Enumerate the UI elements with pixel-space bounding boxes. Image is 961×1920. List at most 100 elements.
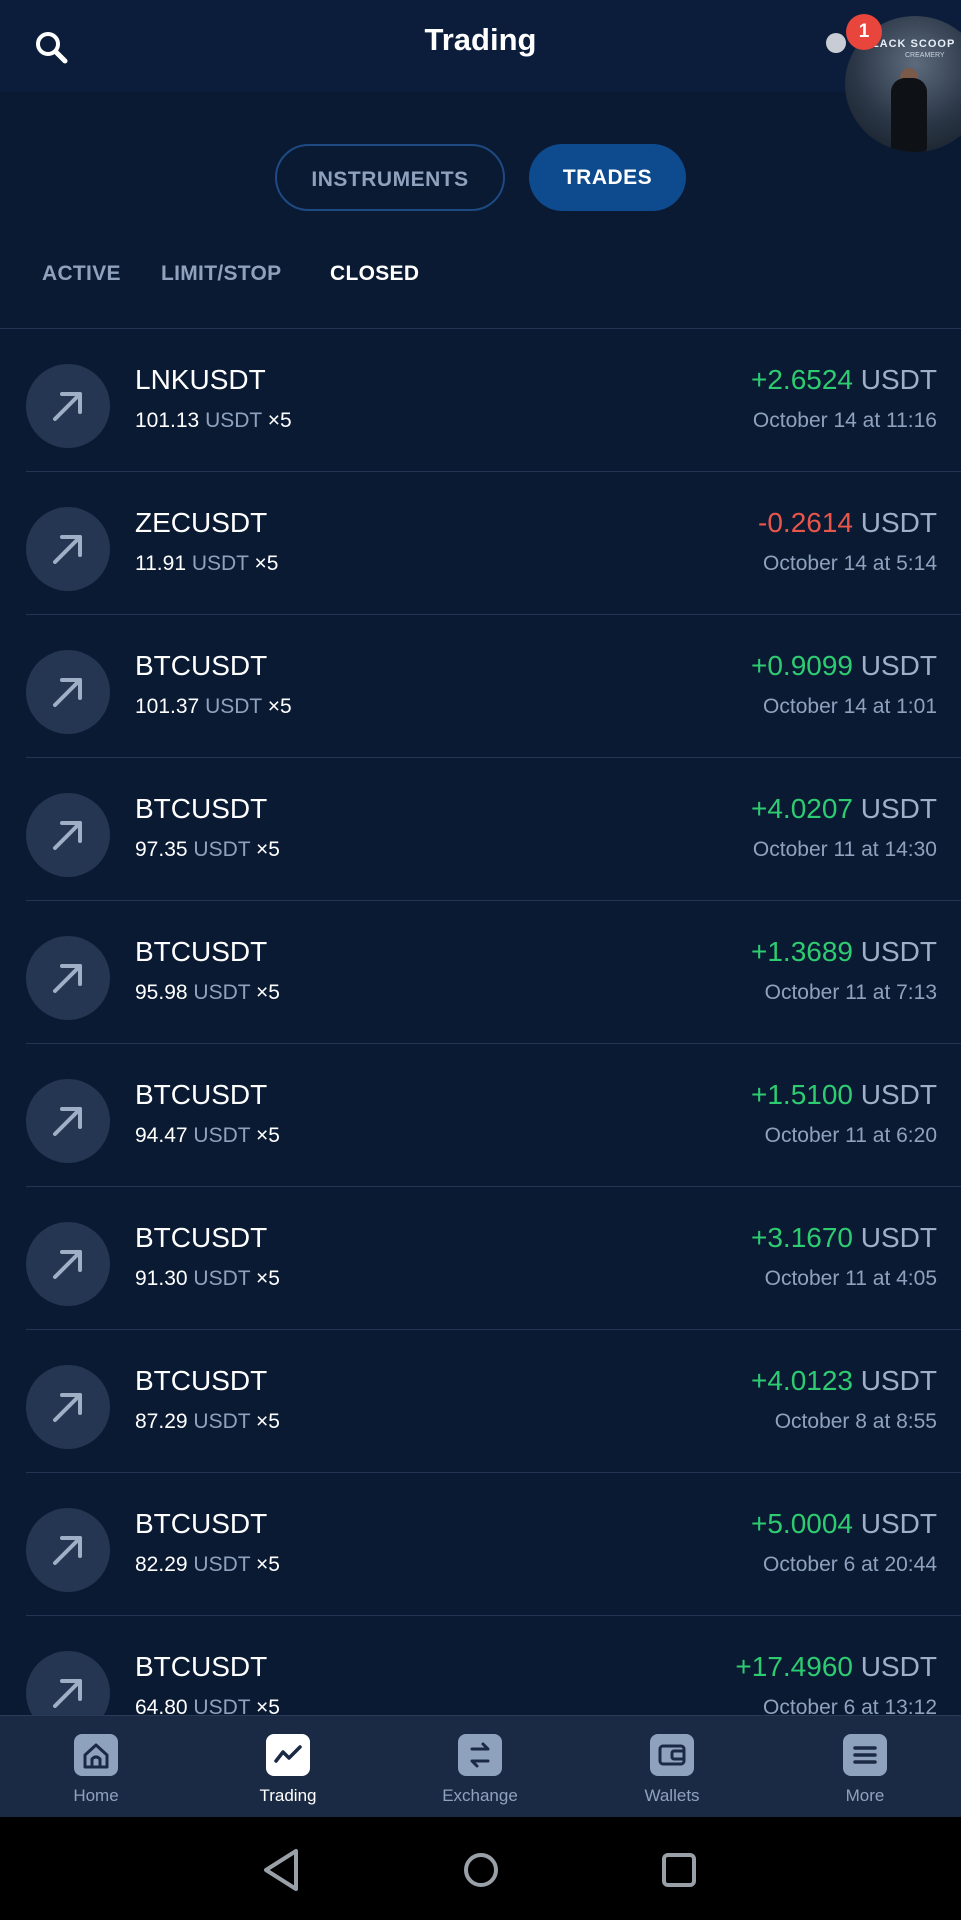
- trade-leverage: ×5: [267, 409, 292, 432]
- closed-trades-list[interactable]: LNKUSDT 101.13 USDT ×5 +2.6524 USDT October…: [0, 329, 961, 1715]
- status-dot: [826, 33, 846, 53]
- nav-item-more[interactable]: More: [769, 1716, 961, 1818]
- trade-direction-badge: [26, 1651, 110, 1715]
- trade-pnl-currency: USDT: [860, 793, 937, 824]
- trade-amount-value: 82.29: [135, 1553, 188, 1576]
- trade-timestamp: October 11 at 7:13: [764, 981, 937, 1004]
- trade-pnl-currency: USDT: [860, 1222, 937, 1253]
- nav-item-label: Home: [73, 1786, 119, 1805]
- trade-pnl-currency: USDT: [860, 936, 937, 967]
- trade-row[interactable]: BTCUSDT 94.47 USDT ×5 +1.5100 USDT October …: [0, 1044, 961, 1187]
- trade-pnl-value: +4.0123: [750, 1365, 853, 1396]
- trade-amount: 91.30 USDT ×5: [135, 1267, 280, 1291]
- arrow-up-right-icon: [53, 1536, 82, 1565]
- trade-pnl-currency: USDT: [860, 1365, 937, 1396]
- trade-amount: 94.47 USDT ×5: [135, 1124, 280, 1148]
- trade-pnl-currency: USDT: [860, 507, 937, 538]
- back-icon[interactable]: [264, 1849, 298, 1891]
- trade-amount-value: 101.13: [135, 409, 200, 432]
- trade-row[interactable]: BTCUSDT 87.29 USDT ×5 +4.0123 USDT October …: [0, 1330, 961, 1473]
- trade-amount-unit: USDT: [193, 1267, 251, 1290]
- nav-item-trading[interactable]: Trading: [192, 1716, 384, 1818]
- app-header: Trading: [0, 0, 961, 92]
- trade-leverage: ×5: [256, 838, 280, 861]
- subtab-active[interactable]: ACTIVE: [42, 262, 121, 286]
- recents-icon[interactable]: [662, 1853, 696, 1887]
- trade-leverage: ×5: [256, 1410, 280, 1433]
- trade-row[interactable]: BTCUSDT 64.80 USDT ×5 +17.4960 USDT October…: [0, 1616, 961, 1715]
- nav-item-label: Wallets: [644, 1786, 700, 1805]
- trade-amount-value: 11.91: [135, 552, 186, 575]
- bottom-navigation: Home Trading Exchange Wallets More: [0, 1715, 961, 1817]
- trade-pnl-currency: USDT: [860, 650, 937, 681]
- trade-leverage: ×5: [256, 1553, 280, 1576]
- trade-amount-unit: USDT: [205, 695, 262, 718]
- trade-pnl-currency: USDT: [860, 1079, 937, 1110]
- arrow-up-right-icon: [53, 1393, 82, 1422]
- trade-row[interactable]: BTCUSDT 82.29 USDT ×5 +5.0004 USDT October …: [0, 1473, 961, 1616]
- trade-pnl-currency: USDT: [860, 364, 937, 395]
- tab-instruments[interactable]: INSTRUMENTS: [275, 144, 505, 211]
- trade-timestamp: October 14 at 11:16: [752, 409, 937, 432]
- trade-row[interactable]: ZECUSDT 11.91 USDT ×5 -0.2614 USDT October …: [0, 472, 961, 615]
- trade-amount-unit: USDT: [191, 552, 249, 575]
- trade-symbol: BTCUSDT: [135, 1222, 268, 1253]
- trade-timestamp: October 14 at 5:14: [763, 552, 937, 575]
- trade-amount-unit: USDT: [193, 981, 251, 1004]
- home-icon: [74, 1734, 118, 1776]
- nav-item-label: Exchange: [442, 1786, 518, 1805]
- trade-amount-value: 95.98: [135, 981, 188, 1004]
- subtab-limit-stop[interactable]: LIMIT/STOP: [161, 262, 281, 286]
- trade-amount-unit: USDT: [193, 1696, 251, 1715]
- trade-symbol: ZECUSDT: [135, 507, 268, 538]
- arrow-up-right-icon: [53, 964, 82, 993]
- trade-amount-value: 64.80: [135, 1696, 188, 1715]
- nav-item-wallets[interactable]: Wallets: [576, 1716, 768, 1818]
- tab-trades[interactable]: TRADES: [529, 144, 686, 211]
- home-circle-icon[interactable]: [464, 1853, 498, 1887]
- nav-item-exchange[interactable]: Exchange: [384, 1716, 576, 1818]
- trade-amount-unit: USDT: [193, 1410, 251, 1433]
- trade-direction-badge: [26, 1365, 110, 1449]
- arrow-up-right-icon: [53, 1679, 82, 1708]
- notification-badge: 1: [846, 14, 882, 50]
- trade-amount: 64.80 USDT ×5: [135, 1696, 280, 1715]
- trade-symbol: BTCUSDT: [135, 793, 268, 824]
- trade-pnl-value: +1.5100: [750, 1079, 853, 1110]
- trade-row[interactable]: LNKUSDT 101.13 USDT ×5 +2.6524 USDT October…: [0, 329, 961, 472]
- system-navigation-bar: [0, 1817, 961, 1920]
- trade-pnl: +5.0004 USDT: [751, 1508, 937, 1540]
- trade-amount-unit: USDT: [193, 1553, 251, 1576]
- trade-direction-badge: [26, 364, 110, 448]
- subtab-closed[interactable]: CLOSED: [330, 262, 419, 286]
- trade-direction-badge: [26, 507, 110, 591]
- trade-row[interactable]: BTCUSDT 101.37 USDT ×5 +0.9099 USDT October…: [0, 615, 961, 758]
- trade-symbol: BTCUSDT: [135, 936, 268, 967]
- trading-chart-icon: [266, 1734, 310, 1776]
- trade-amount-unit: USDT: [205, 409, 262, 432]
- trade-pnl-value: +1.3689: [750, 936, 853, 967]
- trade-row[interactable]: BTCUSDT 97.35 USDT ×5 +4.0207 USDT October …: [0, 758, 961, 901]
- trade-pnl: +17.4960 USDT: [735, 1651, 937, 1683]
- trade-pnl-value: +3.1670: [750, 1222, 853, 1253]
- trade-pnl-value: +5.0004: [750, 1508, 853, 1539]
- trade-row[interactable]: BTCUSDT 91.30 USDT ×5 +3.1670 USDT October …: [0, 1187, 961, 1330]
- avatar-person: [891, 78, 927, 152]
- arrow-up-right-icon: [53, 1107, 82, 1136]
- trade-timestamp: October 6 at 20:44: [763, 1553, 937, 1576]
- trade-symbol: BTCUSDT: [135, 1079, 268, 1110]
- trade-amount: 82.29 USDT ×5: [135, 1553, 280, 1577]
- trade-direction-badge: [26, 1222, 110, 1306]
- system-nav-buttons: [264, 1849, 696, 1891]
- trade-row[interactable]: BTCUSDT 95.98 USDT ×5 +1.3689 USDT October …: [0, 901, 961, 1044]
- trade-status-tabs: ACTIVE LIMIT/STOP CLOSED: [0, 262, 961, 292]
- trade-amount-unit: USDT: [193, 838, 251, 861]
- trade-pnl: +0.9099 USDT: [751, 650, 937, 682]
- trade-symbol: LNKUSDT: [135, 364, 266, 395]
- trade-leverage: ×5: [256, 1124, 280, 1147]
- menu-icon: [843, 1734, 887, 1776]
- trade-leverage: ×5: [256, 981, 280, 1004]
- trade-symbol: BTCUSDT: [135, 1365, 268, 1396]
- nav-item-home[interactable]: Home: [0, 1716, 192, 1818]
- trade-amount: 95.98 USDT ×5: [135, 981, 280, 1005]
